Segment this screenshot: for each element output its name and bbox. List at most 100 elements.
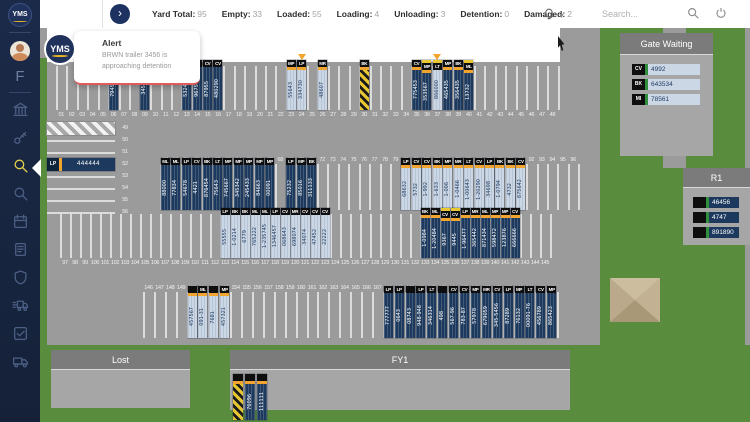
trailer-47452[interactable]: CV47452 bbox=[311, 208, 320, 258]
trailer-87289[interactable]: LP87289 bbox=[504, 286, 513, 338]
trailer-875642[interactable]: CV875642 bbox=[516, 158, 525, 210]
avatar[interactable] bbox=[10, 41, 30, 61]
trailer-1-633[interactable]: BK1-633 bbox=[433, 158, 442, 210]
trailer-22222[interactable]: CV22222 bbox=[321, 208, 330, 258]
trailer-346314[interactable]: LT346314 bbox=[427, 286, 436, 338]
trailer-77834[interactable]: ML77834 bbox=[171, 158, 180, 210]
queued-trailer-643534[interactable]: BK643534 bbox=[632, 79, 700, 90]
sidebar-item-document[interactable] bbox=[0, 238, 40, 266]
search-icon[interactable] bbox=[686, 6, 700, 25]
alert-popup[interactable]: Alert BRWN trailer 3456 is approaching d… bbox=[74, 31, 200, 85]
trailer-85016[interactable]: MP85016 bbox=[297, 158, 306, 210]
trailer-865423[interactable]: MP865423 bbox=[547, 286, 556, 338]
trailer-55555[interactable]: LP55555 bbox=[221, 208, 230, 258]
trailer-457567[interactable]: 457567 bbox=[188, 286, 197, 338]
trailer-54678[interactable]: LP54678 bbox=[182, 158, 191, 210]
trailer-34698[interactable]: LP34698 bbox=[485, 158, 494, 210]
sidebar-item-check-square[interactable] bbox=[0, 322, 40, 350]
sidebar-item-bank[interactable] bbox=[0, 98, 40, 126]
trailer-00091[interactable]: MP00091 bbox=[265, 158, 274, 210]
trailer-365442[interactable]: MR365442 bbox=[471, 208, 480, 258]
trailer-88000[interactable]: ML88000 bbox=[161, 158, 170, 210]
trailer-498[interactable]: 498 bbox=[438, 286, 447, 338]
sidebar-item-truck-fast[interactable] bbox=[0, 294, 40, 322]
trailer-75643[interactable]: LT75643 bbox=[213, 158, 222, 210]
sidebar-item-calendar[interactable] bbox=[0, 210, 40, 238]
trailer-245433[interactable]: MP245433 bbox=[244, 158, 253, 210]
trailer-1-235745[interactable]: ML1-235745 bbox=[261, 208, 270, 258]
queued-trailer-891890[interactable]: 891890 bbox=[693, 227, 739, 238]
trailer-1-96477[interactable]: LP1-96477 bbox=[461, 208, 470, 258]
trailer-1-0984[interactable]: BK1-0984 bbox=[421, 208, 430, 258]
search-input[interactable]: Search... bbox=[602, 9, 638, 19]
trailer-123876[interactable]: MP123876 bbox=[501, 208, 510, 258]
trailer-68632[interactable]: LP68632 bbox=[401, 158, 410, 210]
trailer-679059[interactable]: MR679059 bbox=[482, 286, 491, 338]
profile-letter[interactable]: F bbox=[15, 68, 24, 85]
trailer-1-006[interactable]: MP1-006 bbox=[443, 158, 452, 210]
trailer-068643[interactable]: CV068643 bbox=[281, 208, 290, 258]
power-icon[interactable] bbox=[714, 6, 728, 25]
trailer-34074[interactable]: CV34074 bbox=[301, 208, 310, 258]
sidebar-item-search[interactable] bbox=[0, 182, 40, 210]
trailer-666666[interactable]: CV666666 bbox=[511, 208, 520, 258]
trailer-9367[interactable]: CV9367 bbox=[441, 208, 450, 258]
trailer-356435[interactable]: BK356435 bbox=[454, 60, 463, 110]
queued-trailer-46456[interactable]: 46456 bbox=[693, 197, 739, 208]
trailer-1-0466[interactable]: MR1-0466 bbox=[454, 158, 463, 210]
trailer-876454[interactable]: BK876454 bbox=[203, 158, 212, 210]
trailer-76096[interactable]: 76096 bbox=[245, 374, 255, 420]
trailer-345342[interactable]: MP345342 bbox=[234, 158, 243, 210]
sidebar-collapse-button[interactable]: › bbox=[110, 4, 130, 24]
trailer-091-31[interactable]: ML091-31 bbox=[198, 286, 207, 338]
trailer-311133[interactable]: BK311133 bbox=[307, 158, 316, 210]
trailer-1-00643[interactable]: LT1-00643 bbox=[464, 158, 473, 210]
trailer-damaged[interactable]: BK bbox=[360, 60, 369, 110]
trailer-57978[interactable]: MP57978 bbox=[471, 286, 480, 338]
trailer-765222[interactable]: ML765222 bbox=[251, 208, 260, 258]
trailer-1-992[interactable]: CV1-992 bbox=[422, 158, 431, 210]
trailer-456789[interactable]: CV456789 bbox=[536, 286, 545, 338]
trailer-745667[interactable]: MP745667 bbox=[223, 158, 232, 210]
trailer-598472[interactable]: MP598472 bbox=[491, 208, 500, 258]
trailer-948-948[interactable]: LP948-948 bbox=[416, 286, 425, 338]
trailer-48607[interactable]: MR48607 bbox=[318, 60, 327, 110]
trailer-6779[interactable]: BK6779 bbox=[241, 208, 250, 258]
trailer-334730[interactable]: LP334730 bbox=[297, 60, 306, 110]
trailer-7681[interactable]: 7681 bbox=[209, 286, 218, 338]
trailer-698074[interactable]: MR698074 bbox=[291, 208, 300, 258]
trailer-1-0794[interactable]: BK1-0794 bbox=[495, 158, 504, 210]
trailer-1-20290[interactable]: CV1-20290 bbox=[475, 158, 484, 210]
trailer-480290[interactable]: CV480290 bbox=[213, 60, 222, 110]
trailer-353567[interactable]: MP353567 bbox=[422, 60, 431, 110]
trailer-1-0214[interactable]: BK1-0214 bbox=[231, 208, 240, 258]
sidebar-item-shield[interactable] bbox=[0, 266, 40, 294]
sidebar-item-key[interactable] bbox=[0, 126, 40, 154]
trailer-00091-76[interactable]: LT00091-76 bbox=[525, 286, 534, 338]
trailer-damaged[interactable] bbox=[233, 374, 243, 420]
trailer-444444[interactable]: LP444444 bbox=[47, 158, 115, 171]
queued-trailer-4747[interactable]: 4747 bbox=[693, 212, 739, 223]
trailer-871434[interactable]: ML871434 bbox=[481, 208, 490, 258]
notifications-button[interactable]: ▼ bbox=[542, 6, 565, 27]
trailer-111111[interactable]: 111111 bbox=[257, 374, 267, 420]
queued-trailer-4992[interactable]: CV4992 bbox=[632, 64, 700, 75]
trailer-1346457[interactable]: LP1346457 bbox=[271, 208, 280, 258]
trailer-0643[interactable]: LP0643 bbox=[395, 286, 404, 338]
trailer-775453[interactable]: CV775453 bbox=[412, 60, 421, 110]
trailer-08743[interactable]: 08743 bbox=[406, 286, 415, 338]
trailer-9445[interactable]: CV9445 bbox=[451, 208, 460, 258]
trailer-1-20484[interactable]: ML1-20484 bbox=[431, 208, 440, 258]
trailer-13732[interactable]: ML13732 bbox=[464, 60, 473, 110]
trailer-783-87[interactable]: CV783-87 bbox=[460, 286, 469, 338]
trailer-777777[interactable]: LP777777 bbox=[384, 286, 393, 338]
trailer-4421[interactable]: CV4421 bbox=[192, 158, 201, 210]
trailer-damaged-horizontal[interactable] bbox=[47, 122, 115, 135]
trailer-76132[interactable]: MP76132 bbox=[515, 286, 524, 338]
trailer-567-96[interactable]: CV567-96 bbox=[449, 286, 458, 338]
sidebar-item-search-active[interactable] bbox=[0, 154, 40, 182]
trailer-457321[interactable]: MP457321 bbox=[220, 286, 229, 338]
trailer-465435[interactable]: MP465435 bbox=[443, 60, 452, 110]
trailer-866000[interactable]: LT866000 bbox=[433, 60, 442, 110]
sidebar-item-truck[interactable] bbox=[0, 350, 40, 378]
